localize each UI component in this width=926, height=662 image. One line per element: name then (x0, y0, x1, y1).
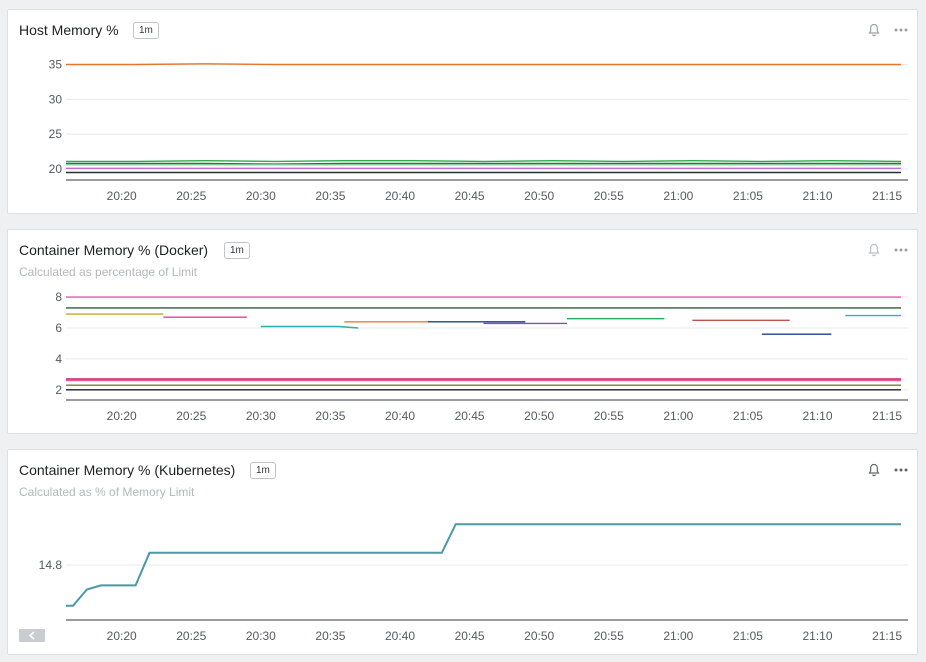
x-tick-label: 20:40 (385, 189, 415, 203)
y-tick-label: 2 (55, 383, 62, 397)
x-tick-label: 20:55 (594, 629, 624, 643)
x-tick-label: 20:35 (315, 189, 345, 203)
docker-memory-chart: 2 4 6 8 20:20 20:25 20:30 20:35 20:40 20:45 20:50 2… (55, 290, 908, 423)
x-tick-label: 20:45 (455, 629, 485, 643)
x-tick-label: 20:30 (246, 189, 276, 203)
x-tick-label: 20:45 (455, 409, 485, 423)
kubernetes-memory-chart: 14.8 20:20 20:25 20:30 20:35 20:40 20:45 20:50 2… (39, 523, 908, 643)
x-tick-label: 21:15 (872, 409, 902, 423)
x-tick-label: 21:15 (872, 189, 902, 203)
x-tick-label: 21:00 (663, 189, 693, 203)
x-tick-label: 20:30 (246, 629, 276, 643)
series-line (66, 159, 902, 163)
x-tick-label: 20:25 (176, 409, 206, 423)
chevron-left-icon[interactable] (19, 629, 45, 642)
x-tick-label: 20:55 (594, 409, 624, 423)
x-tick-label: 21:05 (733, 629, 763, 643)
x-tick-label: 20:20 (107, 409, 137, 423)
y-tick-label: 25 (49, 127, 63, 141)
x-tick-label: 21:10 (802, 189, 832, 203)
y-tick-label: 8 (55, 290, 62, 304)
x-tick-label: 20:50 (524, 409, 554, 423)
panel-docker-memory: Container Memory % (Docker) 1m Calculate… (7, 229, 918, 434)
x-tick-label: 20:20 (107, 189, 137, 203)
x-tick-label: 20:35 (315, 409, 345, 423)
x-tick-label: 20:35 (315, 629, 345, 643)
x-tick-label: 21:00 (663, 629, 693, 643)
x-tick-label: 21:05 (733, 189, 763, 203)
host-memory-chart: 20 25 30 35 20:20 20:25 20:30 20:35 20:40 20:45 20… (49, 57, 908, 203)
x-tick-label: 20:40 (385, 409, 415, 423)
x-tick-label: 20:55 (594, 189, 624, 203)
x-tick-label: 21:15 (872, 629, 902, 643)
x-tick-label: 20:25 (176, 189, 206, 203)
series-line (66, 162, 901, 165)
x-tick-label: 21:10 (802, 409, 832, 423)
y-tick-label: 14.8 (39, 558, 63, 572)
x-tick-label: 20:50 (524, 189, 554, 203)
x-tick-label: 20:30 (246, 409, 276, 423)
x-tick-label: 21:05 (733, 409, 763, 423)
x-tick-label: 20:25 (176, 629, 206, 643)
x-tick-label: 20:20 (107, 629, 137, 643)
series-line (66, 63, 901, 66)
y-tick-label: 4 (55, 352, 62, 366)
panel-kubernetes-memory: Container Memory % (Kubernetes) 1m Calcu… (7, 449, 918, 655)
y-tick-label: 30 (49, 92, 63, 106)
y-tick-label: 20 (49, 162, 63, 176)
x-tick-label: 21:10 (802, 629, 832, 643)
x-tick-label: 20:50 (524, 629, 554, 643)
panel-host-memory: Host Memory % 1m 20 25 30 35 20:20 20:25 20:30… (7, 9, 918, 214)
y-tick-label: 35 (49, 57, 63, 71)
x-tick-label: 21:00 (663, 409, 693, 423)
x-tick-label: 20:45 (455, 189, 485, 203)
y-tick-label: 6 (55, 321, 62, 335)
x-tick-label: 20:40 (385, 629, 415, 643)
